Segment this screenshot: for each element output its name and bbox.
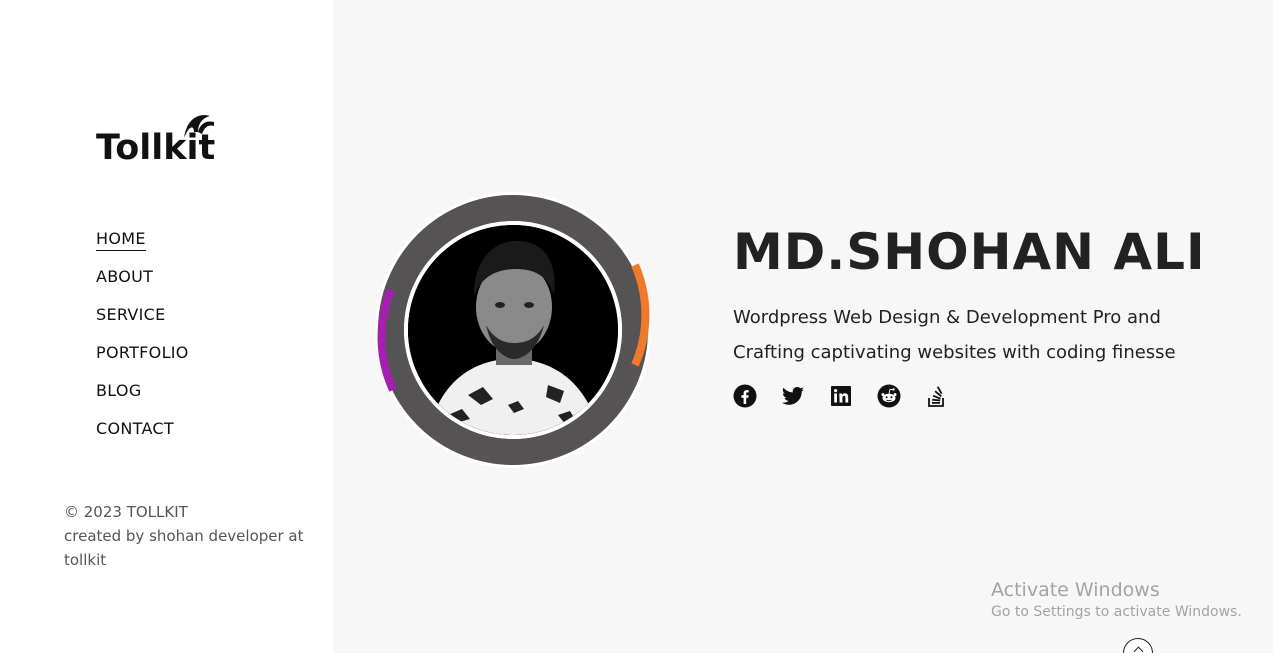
sidebar: Tollkit HOME ABOUT SERVICE PORTFOLIO BLO…: [0, 0, 333, 653]
sidebar-footer: © 2023 TOLLKIT created by shohan develop…: [64, 500, 314, 572]
facebook-icon[interactable]: [733, 384, 757, 408]
copyright-text: © 2023 TOLLKIT: [64, 503, 188, 521]
windows-activation-watermark: Activate Windows Go to Settings to activ…: [991, 578, 1242, 622]
nav-item-portfolio[interactable]: PORTFOLIO: [96, 343, 189, 364]
nav-item-blog[interactable]: BLOG: [96, 381, 142, 402]
reddit-icon[interactable]: [877, 384, 901, 408]
nav-item-service[interactable]: SERVICE: [96, 305, 166, 326]
profile-photo: [408, 225, 618, 435]
nav-item-home[interactable]: HOME: [96, 229, 146, 251]
hero-tagline: Wordpress Web Design & Development Pro a…: [733, 307, 1176, 363]
logo-text: Tollkit: [96, 128, 216, 168]
linkedin-icon[interactable]: [829, 384, 853, 408]
hero-section: MD.SHOHAN ALI Wordpress Web Design & Dev…: [733, 222, 1253, 408]
logo[interactable]: Tollkit: [96, 110, 236, 170]
main-nav: HOME ABOUT SERVICE PORTFOLIO BLOG CONTAC…: [96, 229, 189, 457]
watermark-subtitle: Go to Settings to activate Windows.: [991, 604, 1242, 620]
main-content: MD.SHOHAN ALI Wordpress Web Design & Dev…: [333, 0, 1273, 653]
watermark-title: Activate Windows: [991, 579, 1160, 601]
stackoverflow-icon[interactable]: [925, 384, 949, 408]
twitter-icon[interactable]: [781, 384, 805, 408]
nav-item-about[interactable]: ABOUT: [96, 267, 153, 288]
social-links: [733, 384, 1253, 408]
profile-avatar: [373, 190, 653, 470]
nav-item-contact[interactable]: CONTACT: [96, 419, 174, 440]
credit-text: created by shohan developer at tollkit: [64, 527, 304, 569]
hero-name: MD.SHOHAN ALI: [733, 223, 1206, 281]
